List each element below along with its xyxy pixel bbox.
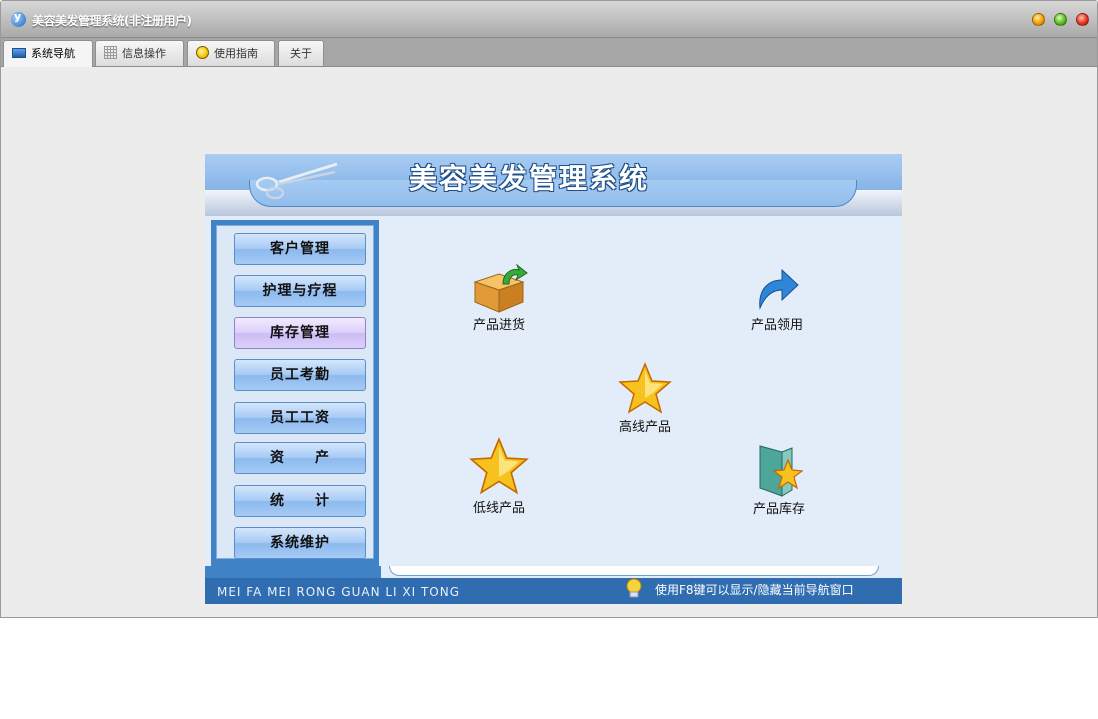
feature-product-inventory[interactable]: 产品库存 bbox=[743, 442, 815, 517]
nav-staff-salary[interactable]: 员工工资 bbox=[234, 402, 366, 434]
navigation-panel: 美容美发管理系统 客户管理 护理与疗程 库存管理 员工考勤 员工工资 资 产 统… bbox=[205, 154, 902, 604]
star-icon bbox=[469, 437, 529, 495]
star-icon bbox=[618, 362, 672, 414]
scissors-icon bbox=[255, 162, 338, 200]
nav-inventory-management[interactable]: 库存管理 bbox=[234, 317, 366, 349]
nav-staff-attendance[interactable]: 员工考勤 bbox=[234, 359, 366, 391]
system-title: 美容美发管理系统 bbox=[409, 162, 650, 195]
book-star-icon bbox=[759, 445, 804, 497]
feature-area: 产品进货 产品领用 高线产品 低线产品 产品库存 bbox=[381, 216, 902, 566]
minimize-button[interactable] bbox=[1032, 13, 1045, 26]
nav-statistics[interactable]: 统 计 bbox=[234, 485, 366, 517]
bulb-icon bbox=[196, 46, 209, 59]
close-button[interactable] bbox=[1076, 13, 1089, 26]
footer-pinyin-text: MEI FA MEI RONG GUAN LI XI TONG bbox=[217, 585, 461, 599]
feature-product-requisition[interactable]: 产品领用 bbox=[741, 264, 813, 333]
grid-icon bbox=[104, 46, 117, 59]
title-bar[interactable]: 美容美发管理系统(非注册用户) bbox=[1, 1, 1097, 38]
tab-user-guide[interactable]: 使用指南 bbox=[187, 40, 275, 66]
nav-customer-management[interactable]: 客户管理 bbox=[234, 233, 366, 265]
monitor-icon bbox=[12, 47, 26, 58]
tab-bar: 系统导航 信息操作 使用指南 关于 bbox=[1, 38, 1097, 67]
tab-system-navigation[interactable]: 系统导航 bbox=[3, 40, 93, 67]
tab-about[interactable]: 关于 bbox=[278, 40, 324, 66]
feature-high-line-products[interactable]: 高线产品 bbox=[609, 362, 681, 435]
curved-arrow-icon bbox=[759, 268, 799, 309]
nav-care-treatment[interactable]: 护理与疗程 bbox=[234, 275, 366, 307]
feature-low-line-products[interactable]: 低线产品 bbox=[463, 437, 535, 516]
app-logo-icon bbox=[11, 10, 26, 27]
window-title: 美容美发管理系统(非注册用户) bbox=[32, 14, 192, 28]
app-window: 美容美发管理系统(非注册用户) 系统导航 信息操作 使用指南 关于 美容美发管理… bbox=[0, 0, 1098, 618]
feature-product-purchase[interactable]: 产品进货 bbox=[463, 264, 535, 333]
sidebar: 客户管理 护理与疗程 库存管理 员工考勤 员工工资 资 产 统 计 系统维护 bbox=[211, 220, 379, 566]
maximize-button[interactable] bbox=[1054, 13, 1067, 26]
f8-hint-text: 使用F8键可以显示/隐藏当前导航窗口 bbox=[655, 583, 854, 597]
nav-system-maintenance[interactable]: 系统维护 bbox=[234, 527, 366, 559]
box-in-icon bbox=[473, 264, 528, 313]
tab-info-operation[interactable]: 信息操作 bbox=[95, 40, 184, 66]
lightbulb-icon bbox=[626, 578, 642, 598]
nav-assets[interactable]: 资 产 bbox=[234, 442, 366, 474]
